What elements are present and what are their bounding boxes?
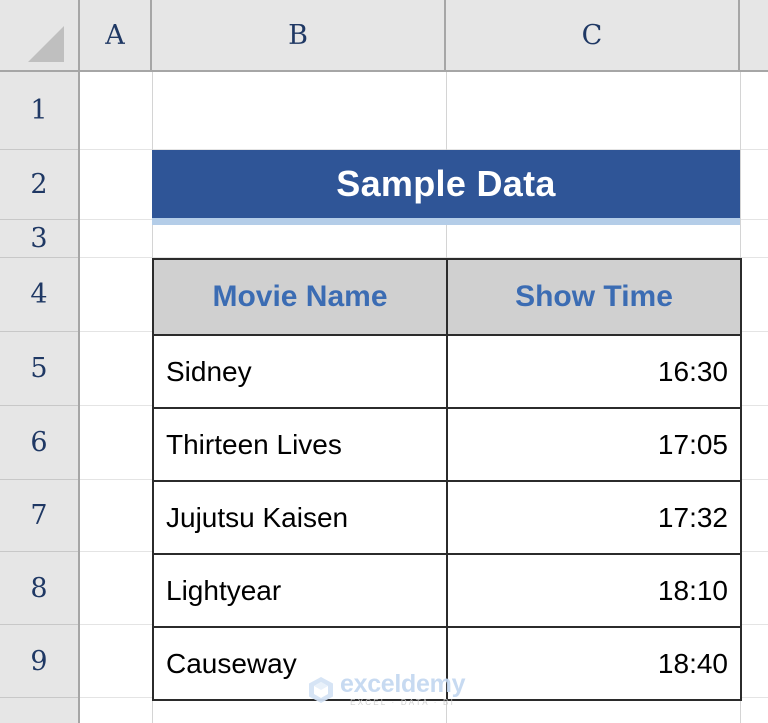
banner-underline — [152, 218, 740, 225]
table-row: Thirteen Lives 17:05 — [152, 407, 742, 482]
row-header-1[interactable]: 1 — [0, 72, 78, 150]
table-row: Lightyear 18:10 — [152, 553, 742, 628]
column-header-a[interactable]: A — [80, 0, 152, 70]
cell-show-time[interactable]: 18:10 — [446, 553, 742, 628]
cell-movie-name[interactable]: Jujutsu Kaisen — [152, 480, 448, 555]
row-header-5[interactable]: 5 — [0, 332, 78, 406]
column-header-b[interactable]: B — [152, 0, 446, 70]
cell-show-time[interactable]: 16:30 — [446, 334, 742, 409]
row-header-8[interactable]: 8 — [0, 552, 78, 625]
cell-movie-name[interactable]: Thirteen Lives — [152, 407, 448, 482]
table-header-row: Movie Name Show Time — [152, 258, 742, 336]
column-header-c[interactable]: C — [446, 0, 740, 70]
column-header-d-partial[interactable] — [740, 0, 768, 70]
column-header-strip: A B C — [0, 0, 768, 72]
movie-showtime-table: Movie Name Show Time Sidney 16:30 Thirte… — [152, 258, 742, 701]
spreadsheet-canvas: Sample Data Movie Name Show Time Sidney … — [0, 0, 768, 723]
row-header-3[interactable]: 3 — [0, 220, 78, 258]
cell-movie-name[interactable]: Causeway — [152, 626, 448, 701]
row-header-7[interactable]: 7 — [0, 480, 78, 552]
row-header-10-partial[interactable] — [0, 698, 78, 723]
row-header-2[interactable]: 2 — [0, 150, 78, 220]
cell-movie-name[interactable]: Sidney — [152, 334, 448, 409]
row-header-strip: 1 2 3 4 5 6 7 8 9 — [0, 72, 80, 723]
table-row: Sidney 16:30 — [152, 334, 742, 409]
banner-title-text: Sample Data — [336, 163, 556, 204]
column-header-show-time[interactable]: Show Time — [446, 258, 742, 336]
sample-data-banner[interactable]: Sample Data — [152, 150, 740, 218]
row-header-9[interactable]: 9 — [0, 625, 78, 698]
cell-show-time[interactable]: 17:05 — [446, 407, 742, 482]
cell-show-time[interactable]: 17:32 — [446, 480, 742, 555]
column-header-movie-name[interactable]: Movie Name — [152, 258, 448, 336]
cell-movie-name[interactable]: Lightyear — [152, 553, 448, 628]
select-all-corner[interactable] — [0, 0, 80, 70]
table-row: Causeway 18:40 — [152, 626, 742, 701]
row-header-6[interactable]: 6 — [0, 406, 78, 480]
cell-show-time[interactable]: 18:40 — [446, 626, 742, 701]
select-all-triangle-icon — [28, 26, 64, 62]
row-header-4[interactable]: 4 — [0, 258, 78, 332]
table-row: Jujutsu Kaisen 17:32 — [152, 480, 742, 555]
